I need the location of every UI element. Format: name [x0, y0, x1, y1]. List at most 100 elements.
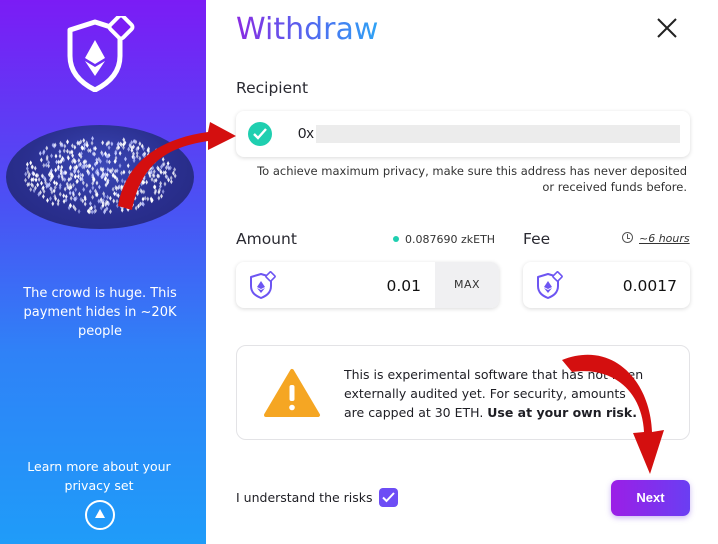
crowd-figure — [97, 184, 101, 190]
crowd-caption: The crowd is huge. This payment hides in… — [23, 286, 177, 339]
crowd-figure — [91, 136, 94, 142]
crowd-figure — [150, 176, 154, 182]
crowd-figure — [71, 182, 75, 188]
learn-more-link[interactable]: Learn more about your privacy set — [14, 457, 184, 495]
crowd-figure — [128, 174, 131, 180]
amount-label: Amount — [236, 230, 297, 248]
crowd-figure — [24, 177, 27, 183]
crowd-figure — [112, 198, 116, 204]
crowd-figure — [134, 182, 138, 188]
crowd-figure — [127, 146, 131, 152]
crowd-figure — [123, 194, 127, 200]
crowd-figure — [128, 169, 131, 175]
crowd-figure — [146, 196, 150, 202]
crowd-figure — [143, 195, 147, 201]
crowd-figure — [88, 189, 92, 195]
max-button[interactable]: MAX — [435, 262, 499, 308]
up-circle-icon[interactable] — [85, 500, 115, 530]
crowd-figure — [58, 149, 62, 155]
recipient-address-input[interactable] — [316, 125, 680, 143]
crowd-figure — [63, 177, 67, 183]
crowd-figure — [113, 191, 116, 197]
warning-text: This is experimental software that has n… — [344, 365, 644, 422]
crowd-figure — [91, 185, 95, 191]
privacy-note: To achieve maximum privacy, make sure th… — [257, 164, 687, 194]
crowd-figure — [160, 193, 163, 199]
crowd-figure — [54, 153, 58, 159]
crowd-figure — [85, 163, 88, 169]
risk-consent-label: I understand the risks — [236, 490, 373, 505]
crowd-figure — [53, 179, 56, 185]
crowd-figure — [138, 155, 142, 161]
risk-consent-checkbox[interactable] — [379, 488, 398, 507]
crowd-figure — [157, 195, 161, 201]
crowd-figure — [141, 161, 145, 167]
crowd-figure — [90, 140, 94, 146]
crowd-figure — [105, 172, 109, 178]
crowd-figure — [169, 175, 173, 181]
crowd-figure — [110, 141, 114, 147]
crowd-figure — [106, 167, 110, 173]
crowd-figure — [101, 140, 105, 146]
crowd-figure — [47, 159, 51, 165]
crowd-figure — [113, 168, 117, 174]
crowd-figure — [40, 180, 43, 186]
crowd-figure — [137, 183, 140, 189]
crowd-figure — [106, 194, 109, 200]
crowd-figure — [63, 143, 67, 149]
crowd-figure — [58, 153, 62, 159]
fee-value: 0.0017 — [622, 277, 677, 295]
crowd-figure — [85, 182, 89, 188]
crowd-figure — [77, 209, 81, 215]
page-title: Withdraw — [236, 12, 379, 47]
check-circle-icon — [248, 122, 272, 146]
crowd-figure — [88, 148, 92, 154]
crowd-figure — [120, 178, 124, 184]
crowd-figure — [108, 195, 112, 201]
crowd-figure — [83, 201, 87, 207]
crowd-figure — [132, 138, 136, 144]
recipient-field[interactable]: 0x — [236, 111, 690, 157]
clock-icon — [622, 232, 633, 243]
balance-text: 0.087690 zkETH — [405, 233, 496, 246]
crowd-figure — [50, 153, 53, 159]
crowd-figure — [109, 209, 112, 215]
crowd-figure — [120, 170, 123, 176]
privacy-crowd-illustration — [6, 125, 194, 229]
crowd-figure — [76, 173, 80, 179]
warning-triangle-icon — [264, 369, 320, 417]
crowd-figure — [163, 181, 167, 187]
crowd-figure — [118, 163, 122, 169]
crowd-figure — [42, 193, 45, 199]
crowd-figure — [33, 165, 37, 171]
crowd-figure — [55, 159, 59, 165]
crowd-figure — [39, 157, 43, 163]
crowd-figure — [24, 171, 28, 177]
crowd-figure — [73, 144, 77, 150]
crowd-figure — [138, 141, 142, 147]
crowd-figure — [62, 193, 66, 199]
amount-field[interactable]: 0.01 MAX — [236, 262, 499, 308]
crowd-figure — [124, 156, 127, 162]
crowd-figure — [134, 205, 138, 211]
close-icon[interactable] — [655, 16, 679, 40]
crowd-figure — [71, 143, 74, 149]
crowd-figure — [141, 196, 145, 202]
crowd-figure — [91, 166, 95, 172]
crowd-figure — [69, 195, 73, 201]
crowd-figure — [51, 201, 55, 207]
crowd-figure — [54, 167, 58, 173]
amount-value[interactable]: 0.01 — [386, 277, 421, 295]
crowd-figure — [162, 170, 166, 176]
crowd-figure — [64, 194, 68, 200]
crowd-figure — [159, 180, 163, 186]
crowd-figure — [78, 191, 81, 197]
fee-label: Fee — [523, 230, 551, 248]
crowd-figure — [29, 160, 33, 166]
next-button[interactable]: Next — [611, 480, 690, 516]
crowd-figure — [130, 147, 134, 153]
crowd-figure — [161, 156, 165, 162]
crowd-figure — [118, 150, 122, 156]
shield-ethereum-icon — [67, 16, 135, 92]
crowd-figure — [66, 139, 69, 145]
